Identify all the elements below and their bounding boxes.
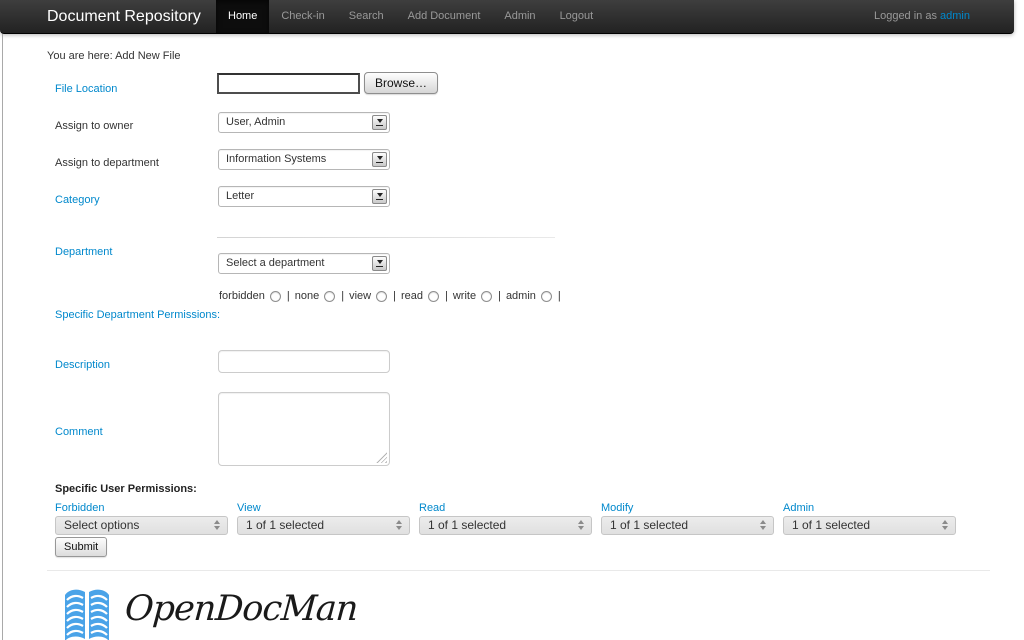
specific-user-permissions-heading: Specific User Permissions: — [55, 483, 197, 495]
category-label[interactable]: Category — [55, 194, 100, 206]
updown-arrow-icon — [942, 520, 948, 530]
open-book-icon — [63, 587, 111, 640]
opendocman-logo[interactable]: OpenDocMan — [63, 587, 357, 640]
modify-multiselect-value: 1 of 1 selected — [610, 518, 688, 532]
forbidden-multiselect-value: Select options — [64, 518, 139, 532]
comment-label[interactable]: Comment — [55, 426, 103, 438]
breadcrumb: You are here: Add New File — [47, 50, 181, 62]
forbidden-column-label[interactable]: Forbidden — [55, 502, 105, 514]
radio-label-admin: admin — [506, 290, 536, 302]
admin-column-label[interactable]: Admin — [783, 502, 814, 514]
dropdown-arrow-icon — [372, 189, 387, 204]
assign-department-label: Assign to department — [55, 157, 159, 169]
nav-item-add-document[interactable]: Add Document — [396, 0, 493, 33]
radio-label-view: view — [349, 290, 371, 302]
category-select[interactable]: Letter — [218, 186, 390, 207]
view-multiselect-value: 1 of 1 selected — [246, 518, 324, 532]
logged-in-status: Logged in as admin — [874, 0, 970, 33]
read-multiselect-value: 1 of 1 selected — [428, 518, 506, 532]
assign-owner-value: User, Admin — [226, 116, 285, 128]
top-navbar: Document Repository Home Check-in Search… — [0, 0, 1014, 34]
dropdown-arrow-icon — [372, 115, 387, 130]
separator: | — [445, 290, 448, 302]
radio-label-read: read — [401, 290, 423, 302]
dropdown-arrow-icon — [372, 152, 387, 167]
admin-multiselect-value: 1 of 1 selected — [792, 518, 870, 532]
separator: | — [558, 290, 561, 302]
updown-arrow-icon — [396, 520, 402, 530]
department-value: Select a department — [226, 257, 324, 269]
separator: | — [498, 290, 501, 302]
description-input[interactable] — [218, 350, 390, 373]
separator: | — [393, 290, 396, 302]
browse-button[interactable]: Browse… — [364, 72, 438, 94]
department-label[interactable]: Department — [55, 246, 112, 258]
radio-none[interactable] — [324, 291, 335, 302]
radio-label-none: none — [295, 290, 319, 302]
view-multiselect[interactable]: 1 of 1 selected — [237, 516, 410, 535]
assign-owner-label: Assign to owner — [55, 120, 133, 132]
submit-button[interactable]: Submit — [55, 537, 107, 557]
window-edge-line — [2, 34, 3, 640]
category-value: Letter — [226, 190, 254, 202]
department-permission-radios: forbidden | none | view | read | write | admi… — [219, 290, 566, 302]
modify-multiselect[interactable]: 1 of 1 selected — [601, 516, 774, 535]
add-new-file-page: Document Repository Home Check-in Search… — [0, 0, 1024, 640]
separator: | — [341, 290, 344, 302]
radio-view[interactable] — [376, 291, 387, 302]
radio-label-forbidden: forbidden — [219, 290, 265, 302]
modify-column-label[interactable]: Modify — [601, 502, 633, 514]
admin-multiselect[interactable]: 1 of 1 selected — [783, 516, 956, 535]
logo-text: OpenDocMan — [124, 589, 359, 629]
assign-owner-select[interactable]: User, Admin — [218, 112, 390, 133]
nav-item-check-in[interactable]: Check-in — [269, 0, 336, 33]
comment-textarea[interactable] — [218, 392, 390, 466]
read-column-label[interactable]: Read — [419, 502, 445, 514]
radio-write[interactable] — [481, 291, 492, 302]
assign-department-select[interactable]: Information Systems — [218, 149, 390, 170]
radio-read[interactable] — [428, 291, 439, 302]
nav-item-admin[interactable]: Admin — [492, 0, 547, 33]
radio-admin[interactable] — [541, 291, 552, 302]
logged-in-text: Logged in as — [874, 10, 940, 22]
nav-item-search[interactable]: Search — [337, 0, 396, 33]
section-divider — [217, 237, 555, 238]
radio-forbidden[interactable] — [270, 291, 281, 302]
main-nav: Home Check-in Search Add Document Admin … — [216, 0, 605, 33]
file-location-label[interactable]: File Location — [55, 83, 117, 95]
view-column-label[interactable]: View — [237, 502, 261, 514]
footer-divider — [47, 570, 990, 571]
forbidden-multiselect[interactable]: Select options — [55, 516, 228, 535]
nav-item-home[interactable]: Home — [216, 0, 269, 33]
brand-title[interactable]: Document Repository — [47, 0, 201, 33]
specific-department-permissions-label[interactable]: Specific Department Permissions: — [55, 309, 220, 321]
dropdown-arrow-icon — [372, 256, 387, 271]
nav-item-logout[interactable]: Logout — [548, 0, 606, 33]
read-multiselect[interactable]: 1 of 1 selected — [419, 516, 592, 535]
radio-label-write: write — [453, 290, 476, 302]
description-label[interactable]: Description — [55, 359, 110, 371]
separator: | — [287, 290, 290, 302]
updown-arrow-icon — [760, 520, 766, 530]
updown-arrow-icon — [214, 520, 220, 530]
username-link[interactable]: admin — [940, 10, 970, 22]
file-location-input[interactable] — [217, 73, 360, 94]
department-select[interactable]: Select a department — [218, 253, 390, 274]
assign-department-value: Information Systems — [226, 153, 326, 165]
updown-arrow-icon — [578, 520, 584, 530]
